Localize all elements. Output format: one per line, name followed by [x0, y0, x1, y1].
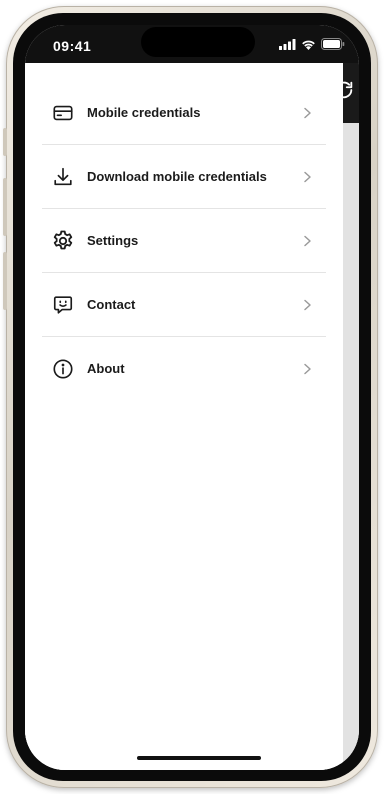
volume-down-button: [3, 252, 7, 310]
wifi-icon: [301, 37, 316, 55]
dynamic-island: [141, 27, 255, 57]
signal-icon: [279, 37, 296, 55]
volume-up-button: [3, 178, 7, 236]
silent-switch: [3, 128, 7, 156]
status-time: 09:41: [53, 38, 92, 54]
menu-list: Mobile credentials Download mobile crede…: [42, 81, 326, 400]
chevron-right-icon: [300, 298, 314, 312]
chevron-right-icon: [300, 362, 314, 376]
chevron-right-icon: [300, 170, 314, 184]
credential-card-icon: [51, 101, 75, 125]
menu-item-label: Download mobile credentials: [87, 169, 267, 184]
menu-item-label: Settings: [87, 233, 139, 248]
chevron-right-icon: [300, 234, 314, 248]
menu-item-settings[interactable]: Settings: [42, 209, 326, 273]
menu-item-label: Contact: [87, 297, 136, 312]
home-indicator[interactable]: [137, 756, 261, 760]
status-bar: 09:41: [25, 25, 359, 63]
menu-item-label: About: [87, 361, 125, 376]
chevron-right-icon: [300, 106, 314, 120]
info-icon: [51, 357, 75, 381]
device-mockup: 09:41 Mobile credentials Download mobile…: [0, 0, 384, 794]
status-icons: [279, 37, 345, 55]
chat-smile-icon: [51, 293, 75, 317]
menu-item-about[interactable]: About: [42, 337, 326, 400]
menu-item-label: Mobile credentials: [87, 105, 201, 120]
navigation-drawer: Mobile credentials Download mobile crede…: [25, 63, 343, 770]
download-icon: [51, 165, 75, 189]
menu-item-download-mobile-credentials[interactable]: Download mobile credentials: [42, 145, 326, 209]
menu-item-contact[interactable]: Contact: [42, 273, 326, 337]
menu-item-mobile-credentials[interactable]: Mobile credentials: [42, 81, 326, 145]
battery-icon: [321, 37, 345, 55]
phone-screen: 09:41 Mobile credentials Download mobile…: [25, 25, 359, 770]
gear-icon: [51, 229, 75, 253]
